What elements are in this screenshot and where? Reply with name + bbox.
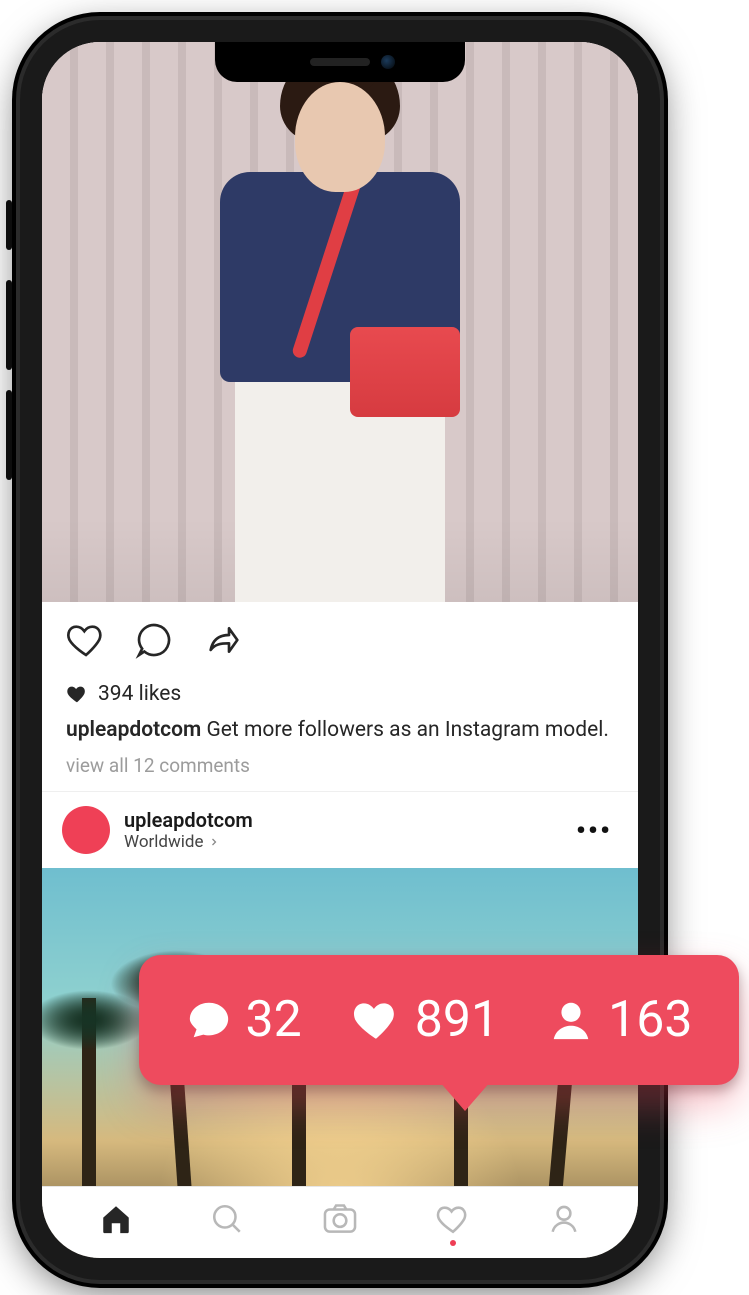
notif-comments-count: 32 [246, 991, 302, 1049]
nav-search-icon[interactable] [210, 1202, 244, 1236]
nav-activity-icon[interactable] [436, 1202, 470, 1236]
heart-filled-icon [66, 683, 88, 705]
post-actions [42, 602, 638, 668]
caption-text: Get more followers as an Instagram model… [206, 718, 608, 742]
notification-bubble: 32 891 163 [139, 955, 739, 1085]
activity-dot-icon [450, 1240, 456, 1246]
nav-home-icon[interactable] [99, 1202, 133, 1236]
avatar[interactable] [62, 806, 110, 854]
comment-filled-icon [186, 997, 232, 1043]
side-button [6, 280, 12, 370]
notif-likes-count: 891 [415, 991, 499, 1049]
bottom-nav [42, 1186, 638, 1258]
share-icon[interactable] [202, 620, 246, 660]
heart-filled-icon [351, 995, 401, 1045]
caption-username: upleapdotcom [66, 718, 201, 742]
post-figure [200, 52, 480, 592]
nav-camera-icon[interactable] [321, 1200, 359, 1238]
likes-count: 394 likes [98, 682, 181, 706]
likes-row[interactable]: 394 likes [42, 668, 638, 712]
phone-frame: 394 likes upleapdotcom Get more follower… [20, 20, 660, 1280]
post-location[interactable]: Worldwide [124, 832, 576, 852]
post-header: upleapdotcom Worldwide ••• [42, 791, 638, 868]
more-options-icon[interactable]: ••• [576, 814, 618, 847]
notif-comments: 32 [186, 991, 302, 1049]
notif-likes: 891 [351, 991, 499, 1049]
view-all-comments[interactable]: view all 12 comments [42, 748, 638, 791]
nav-profile-icon[interactable] [547, 1202, 581, 1236]
post-image[interactable] [42, 42, 638, 602]
post-caption[interactable]: upleapdotcom Get more followers as an In… [42, 712, 638, 748]
comment-icon[interactable] [134, 620, 174, 660]
post-username[interactable]: upleapdotcom [124, 808, 576, 832]
person-filled-icon [548, 997, 594, 1043]
notch [215, 42, 465, 82]
notif-followers-count: 163 [608, 991, 692, 1049]
side-button [6, 200, 12, 250]
notif-followers: 163 [548, 991, 692, 1049]
like-icon[interactable] [66, 620, 106, 660]
chevron-right-icon [208, 836, 220, 848]
bubble-tail-icon [439, 1081, 491, 1111]
side-button [6, 390, 12, 480]
